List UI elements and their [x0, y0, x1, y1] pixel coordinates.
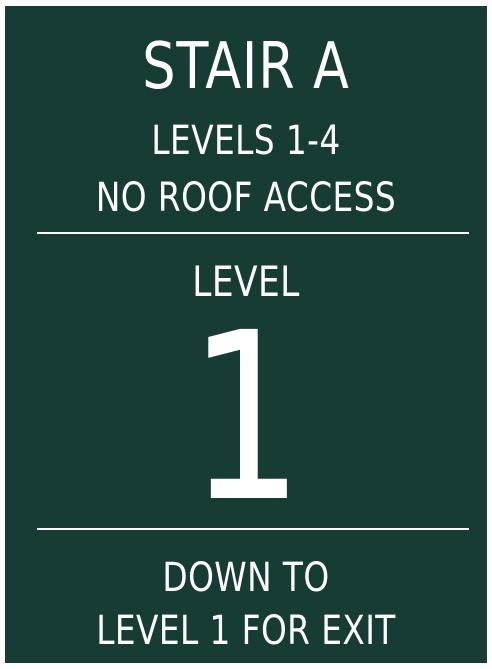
roof-access-note: NO ROOF ACCESS	[95, 175, 397, 221]
stair-title: STAIR A	[142, 30, 350, 104]
levels-served: LEVELS 1-4	[151, 118, 341, 164]
top-divider	[37, 232, 469, 234]
exit-direction-line-2: LEVEL 1 FOR EXIT	[96, 608, 396, 654]
stair-sign: STAIR A LEVELS 1-4 NO ROOF ACCESS LEVEL …	[5, 6, 487, 663]
exit-direction-line-1: DOWN TO	[162, 555, 330, 601]
bottom-divider	[37, 528, 469, 530]
level-number: 1	[188, 283, 304, 553]
